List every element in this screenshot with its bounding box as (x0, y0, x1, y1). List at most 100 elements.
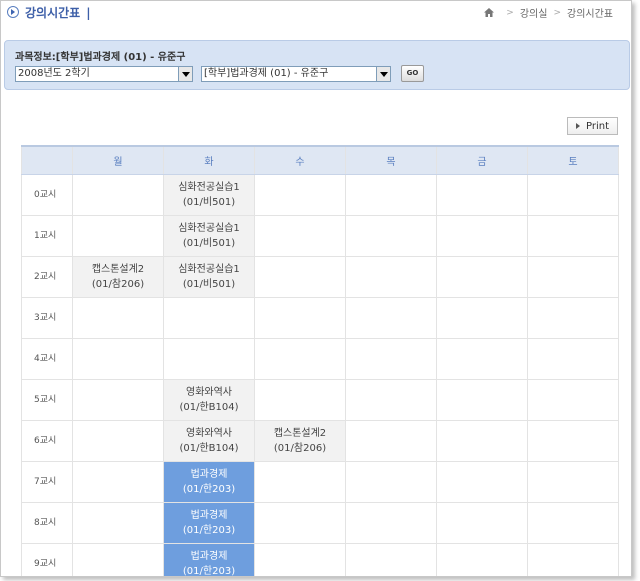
timetable-cell[interactable]: 심화전공실습1 (01/비501) (163, 215, 255, 257)
timetable-cell (254, 543, 346, 576)
timetable-cell (72, 379, 164, 421)
timetable-cell (436, 461, 528, 503)
timetable-cell (254, 256, 346, 298)
course-select[interactable]: [학부]법과경제 (01) - 유준구 (201, 66, 391, 82)
timetable-cell[interactable]: 법과경제 (01/한203) (163, 502, 255, 544)
timetable-cell (72, 215, 164, 257)
timetable-cell (527, 502, 619, 544)
timetable-cell[interactable]: 심화전공실습1 (01/비501) (163, 256, 255, 298)
timetable-cell (527, 215, 619, 257)
period-label: 4교시 (21, 338, 73, 380)
timetable-cell (345, 502, 437, 544)
timetable-row: 0교시 심화전공실습1 (01/비501) (21, 174, 619, 216)
timetable-cell (345, 174, 437, 216)
period-label: 0교시 (21, 174, 73, 216)
timetable-cell[interactable]: 캡스톤설계2 (01/참206) (72, 256, 164, 298)
timetable-cell (72, 338, 164, 380)
day-header-tue: 화 (163, 145, 255, 175)
timetable-cell (527, 174, 619, 216)
course-name: 영화와역사 (186, 387, 232, 398)
period-label: 7교시 (21, 461, 73, 503)
course-name: 심화전공실습1 (178, 182, 240, 193)
course-room: (01/비501) (182, 279, 236, 290)
timetable-cell (72, 420, 164, 462)
go-button[interactable]: GO (401, 65, 424, 82)
timetable-row: 5교시 영화와역사 (01/한B104) (21, 379, 619, 421)
course-name: 캡스톤설계2 (91, 264, 145, 275)
timetable-cell (345, 215, 437, 257)
day-header-sat: 토 (527, 145, 619, 175)
course-info-label: 과목정보:[학부]법과경제 (01) - 유준구 (15, 52, 186, 63)
course-room: (01/한203) (182, 566, 236, 577)
page-title-text: 강의시간표 (25, 6, 81, 20)
print-button[interactable]: Print (567, 117, 618, 135)
play-arrow-icon (575, 123, 580, 129)
timetable-cell (527, 297, 619, 339)
day-header-row: 월 화 수 목 금 토 (21, 145, 619, 175)
timetable-row: 4교시 (21, 338, 619, 380)
period-label: 9교시 (21, 543, 73, 576)
timetable-cell (163, 297, 255, 339)
timetable-row: 7교시 법과경제 (01/한203) (21, 461, 619, 503)
timetable-cell (527, 338, 619, 380)
course-name: 심화전공실습1 (178, 223, 240, 234)
breadcrumb: > 강의실 > 강의시간표 (484, 5, 613, 20)
timetable-cell (436, 215, 528, 257)
dropdown-arrow-icon[interactable] (376, 67, 390, 81)
breadcrumb-item-timetable[interactable]: 강의시간표 (567, 5, 613, 20)
timetable-cell (254, 338, 346, 380)
timetable-cell[interactable]: 심화전공실습1 (01/비501) (163, 174, 255, 216)
timetable-cell[interactable]: 영화와역사 (01/한B104) (163, 420, 255, 462)
timetable-cell (436, 543, 528, 576)
timetable-cell (345, 543, 437, 576)
course-room: (01/한B104) (179, 402, 239, 413)
course-room: (01/한B104) (179, 443, 239, 454)
course-name: 심화전공실습1 (178, 264, 240, 275)
period-header-corner (21, 145, 73, 175)
timetable-cell (254, 215, 346, 257)
timetable-cell (254, 297, 346, 339)
timetable-cell (163, 338, 255, 380)
timetable-cell (345, 256, 437, 298)
print-button-label: Print (585, 120, 609, 132)
timetable-body: 0교시 심화전공실습1 (01/비501) 1교시 심화전공실습1 (01/비501) 2교… (21, 174, 619, 577)
dropdown-arrow-icon[interactable] (178, 67, 192, 81)
period-label: 3교시 (21, 297, 73, 339)
home-icon[interactable] (484, 8, 495, 17)
timetable-cell[interactable]: 법과경제 (01/한203) (163, 461, 255, 503)
timetable-cell (527, 379, 619, 421)
breadcrumb-item-classroom[interactable]: 강의실 (520, 5, 548, 20)
period-label: 8교시 (21, 502, 73, 544)
timetable-cell[interactable]: 캡스톤설계2 (01/참206) (254, 420, 346, 462)
title-bullet-icon (7, 6, 19, 18)
timetable-cell (436, 174, 528, 216)
day-header-thu: 목 (345, 145, 437, 175)
timetable-row: 8교시 법과경제 (01/한203) (21, 502, 619, 544)
timetable-cell (72, 297, 164, 339)
timetable-cell (72, 543, 164, 576)
course-room: (01/참206) (91, 279, 145, 290)
course-select-value: [학부]법과경제 (01) - 유준구 (204, 68, 329, 79)
timetable-cell (436, 297, 528, 339)
course-room: (01/비501) (182, 197, 236, 208)
course-name: 법과경제 (190, 510, 228, 521)
timetable-cell[interactable]: 영화와역사 (01/한B104) (163, 379, 255, 421)
timetable-grid: 월 화 수 목 금 토 0교시 심화전공실습1 (01/비501) 1교시 심화전공실습… (21, 145, 619, 577)
timetable-cell[interactable]: 법과경제 (01/한203) (163, 543, 255, 577)
timetable-cell (436, 420, 528, 462)
timetable-cell (527, 461, 619, 503)
timetable-window: 강의시간표 | > 강의실 > 강의시간표 과목정보:[학부]법과경제 (01) … (0, 0, 632, 577)
timetable-cell (527, 543, 619, 576)
day-header-wed: 수 (254, 145, 346, 175)
day-header-fri: 금 (436, 145, 528, 175)
course-room: (01/한203) (182, 525, 236, 536)
timetable-cell (527, 256, 619, 298)
semester-select-value: 2008년도 2학기 (18, 68, 90, 79)
semester-select[interactable]: 2008년도 2학기 (15, 66, 193, 82)
timetable-cell (72, 502, 164, 544)
page-title: 강의시간표 | (25, 4, 91, 21)
course-room: (01/참206) (273, 443, 327, 454)
timetable-cell (345, 379, 437, 421)
timetable-cell (527, 420, 619, 462)
period-label: 5교시 (21, 379, 73, 421)
